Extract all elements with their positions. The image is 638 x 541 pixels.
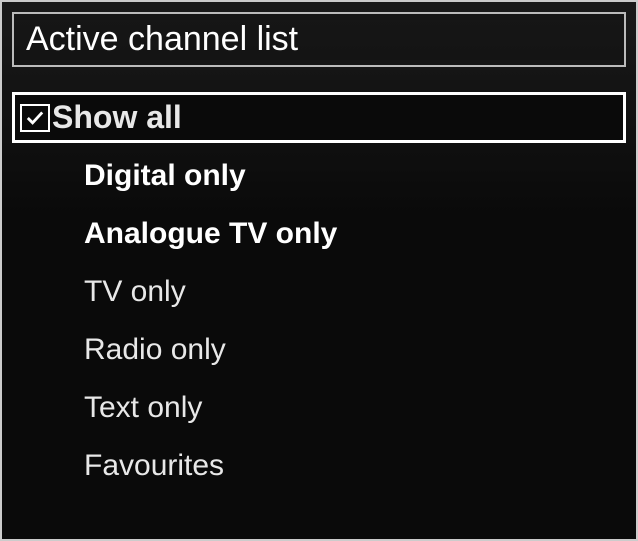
list-item-label: Analogue TV only xyxy=(84,217,337,251)
channel-list-panel: Active channel list Show all Digital onl… xyxy=(0,0,638,541)
list-item-label: Radio only xyxy=(84,333,226,367)
list-item-favourites[interactable]: Favourites xyxy=(12,443,626,489)
list-item-label: Text only xyxy=(84,391,202,425)
list-item-text-only[interactable]: Text only xyxy=(12,385,626,431)
list-item-tv-only[interactable]: TV only xyxy=(12,269,626,315)
list-item-label: Favourites xyxy=(84,449,224,483)
title-bar: Active channel list xyxy=(12,12,626,67)
list-item-label: TV only xyxy=(84,275,186,309)
list-item-label: Digital only xyxy=(84,159,246,193)
channel-list: Show all Digital only Analogue TV only T… xyxy=(12,92,626,489)
list-item-show-all[interactable]: Show all xyxy=(12,92,626,143)
list-item-radio-only[interactable]: Radio only xyxy=(12,327,626,373)
list-item-analogue-tv-only[interactable]: Analogue TV only xyxy=(12,211,626,257)
list-item-digital-only[interactable]: Digital only xyxy=(12,153,626,199)
checkmark-icon xyxy=(25,110,45,126)
checkbox-icon xyxy=(20,104,50,132)
list-item-label: Show all xyxy=(52,99,182,136)
page-title: Active channel list xyxy=(26,20,612,59)
